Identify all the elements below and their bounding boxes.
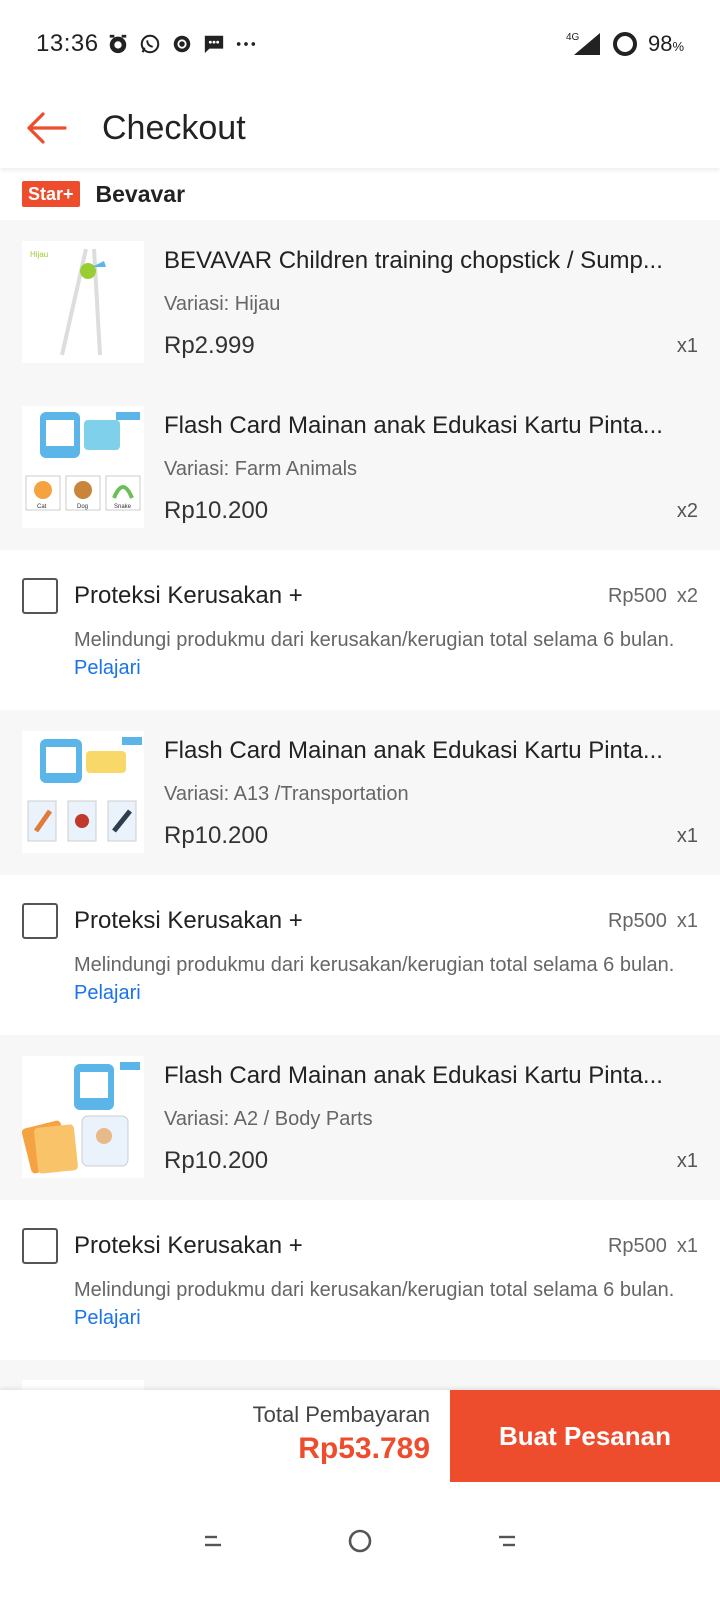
protection-description-text: Melindungi produkmu dari kerusakan/kerug… — [74, 1279, 675, 1301]
product-name: Flash Card Mainan anak Edukasi Kartu Pin… — [164, 412, 663, 439]
app-header: Checkout — [0, 88, 720, 168]
product-price: Rp10.200 — [164, 497, 269, 524]
back-nav-icon — [498, 1535, 515, 1547]
home-nav-button[interactable] — [340, 1521, 380, 1561]
back-nav-button[interactable] — [487, 1521, 527, 1561]
product-variation: Variasi: Hijau — [164, 293, 281, 315]
protection-checkbox[interactable] — [22, 1228, 58, 1264]
protection-quantity: x2 — [676, 584, 698, 607]
order-item[interactable]: Hijau BEVAVAR Children training chopstic… — [0, 220, 720, 385]
product-name: Flash Card Mainan anak Edukasi Kartu Pin… — [164, 1062, 663, 1089]
thumb-label: Dog — [77, 504, 88, 510]
alarm-icon — [109, 34, 126, 54]
total-value: Rp53.789 — [298, 1432, 430, 1465]
product-price: Rp2.999 — [164, 332, 255, 359]
shop-header: Star+ Bevavar — [0, 168, 720, 220]
product-quantity: x2 — [676, 499, 698, 522]
checkout-bar: Total Pembayaran Rp53.789 Buat Pesanan — [0, 1390, 720, 1482]
protection-option: Proteksi Kerusakan + Rp500 x2 Melindungi… — [0, 550, 720, 710]
network-label: 4G — [566, 32, 580, 43]
protection-price: Rp500 — [607, 1234, 667, 1257]
protection-checkbox[interactable] — [22, 903, 58, 939]
protection-title: Proteksi Kerusakan + — [74, 907, 303, 934]
protection-checkbox[interactable] — [22, 578, 58, 614]
product-thumbnail — [22, 731, 144, 853]
battery-unit: % — [672, 39, 684, 54]
product-variation: Variasi: A2 / Body Parts — [164, 1108, 373, 1130]
shop-name: Bevavar — [95, 180, 186, 207]
protection-description-text: Melindungi produkmu dari kerusakan/kerug… — [74, 629, 675, 651]
product-thumbnail — [22, 1056, 144, 1178]
flashcard-farm-image: Cat Dog Snake — [25, 412, 141, 511]
thumb-label: Snake — [114, 504, 132, 510]
learn-more-link[interactable]: Pelajari — [74, 1307, 141, 1329]
product-thumbnail: Cat Dog Snake — [22, 406, 144, 528]
more-dots-icon — [236, 42, 255, 46]
flashcard-transport-image — [27, 737, 142, 842]
product-price: Rp10.200 — [164, 822, 269, 849]
learn-more-link[interactable]: Pelajari — [74, 657, 141, 679]
product-variation: Variasi: A13 /Transportation — [164, 783, 409, 805]
flashcard-bodyparts-image — [22, 1062, 140, 1174]
menu-icon — [205, 1535, 222, 1547]
menu-nav-button[interactable] — [193, 1521, 233, 1561]
order-item[interactable]: Flash Card Mainan anak Edukasi Kartu Pin… — [0, 1035, 720, 1200]
home-circle-icon — [348, 1529, 372, 1553]
protection-quantity: x1 — [676, 909, 698, 932]
total-label: Total Pembayaran — [252, 1402, 430, 1427]
thumb-label: Hijau — [30, 250, 48, 259]
status-bar: 13:36 4G 98% — [0, 0, 720, 88]
battery-percent: 98% — [648, 31, 684, 57]
product-quantity: x1 — [676, 334, 698, 357]
chopstick-image: Hijau — [30, 248, 106, 356]
protection-description: Melindungi produkmu dari kerusakan/kerug… — [74, 1276, 698, 1332]
product-variation: Variasi: Farm Animals — [164, 458, 358, 480]
product-thumbnail: Hijau — [22, 241, 144, 363]
place-order-button[interactable]: Buat Pesanan — [450, 1390, 720, 1482]
protection-description: Melindungi produkmu dari kerusakan/kerug… — [74, 951, 698, 1007]
order-item[interactable]: Flash Card Mainan anak Edukasi Kartu Pin… — [0, 710, 720, 875]
total-payment: Total Pembayaran Rp53.789 — [0, 1390, 450, 1482]
back-arrow-icon — [27, 112, 67, 144]
battery-value: 98 — [647, 31, 673, 56]
battery-icon — [612, 32, 637, 56]
sync-icon — [173, 35, 190, 53]
whatsapp-icon — [140, 34, 159, 54]
page-title: Checkout — [102, 108, 246, 147]
protection-quantity: x1 — [676, 1234, 698, 1257]
star-plus-badge: Star+ — [22, 181, 80, 207]
protection-price: Rp500 — [607, 584, 667, 607]
protection-title: Proteksi Kerusakan + — [74, 582, 303, 609]
product-name: BEVAVAR Children training chopstick / Su… — [164, 247, 663, 274]
protection-description: Melindungi produkmu dari kerusakan/kerug… — [74, 626, 698, 682]
message-icon — [204, 35, 223, 54]
protection-title: Proteksi Kerusakan + — [74, 1232, 303, 1259]
status-time: 13:36 — [36, 30, 99, 57]
signal-icon: 4G — [566, 32, 600, 55]
thumb-label: Cat — [37, 504, 47, 510]
protection-price: Rp500 — [607, 909, 667, 932]
protection-description-text: Melindungi produkmu dari kerusakan/kerug… — [74, 954, 675, 976]
order-item[interactable]: Cat Dog Snake Flash Card Mainan anak Edu… — [0, 385, 720, 550]
system-nav-bar — [0, 1482, 720, 1600]
protection-option: Proteksi Kerusakan + Rp500 x1 Melindungi… — [0, 1200, 720, 1360]
back-button[interactable] — [0, 88, 92, 168]
checkout-content[interactable]: Star+ Bevavar Hijau BEVAVAR Children tra… — [0, 168, 720, 1416]
product-quantity: x1 — [676, 824, 698, 847]
product-quantity: x1 — [676, 1149, 698, 1172]
learn-more-link[interactable]: Pelajari — [74, 982, 141, 1004]
product-name: Flash Card Mainan anak Edukasi Kartu Pin… — [164, 737, 663, 764]
product-price: Rp10.200 — [164, 1147, 269, 1174]
protection-option: Proteksi Kerusakan + Rp500 x1 Melindungi… — [0, 875, 720, 1035]
